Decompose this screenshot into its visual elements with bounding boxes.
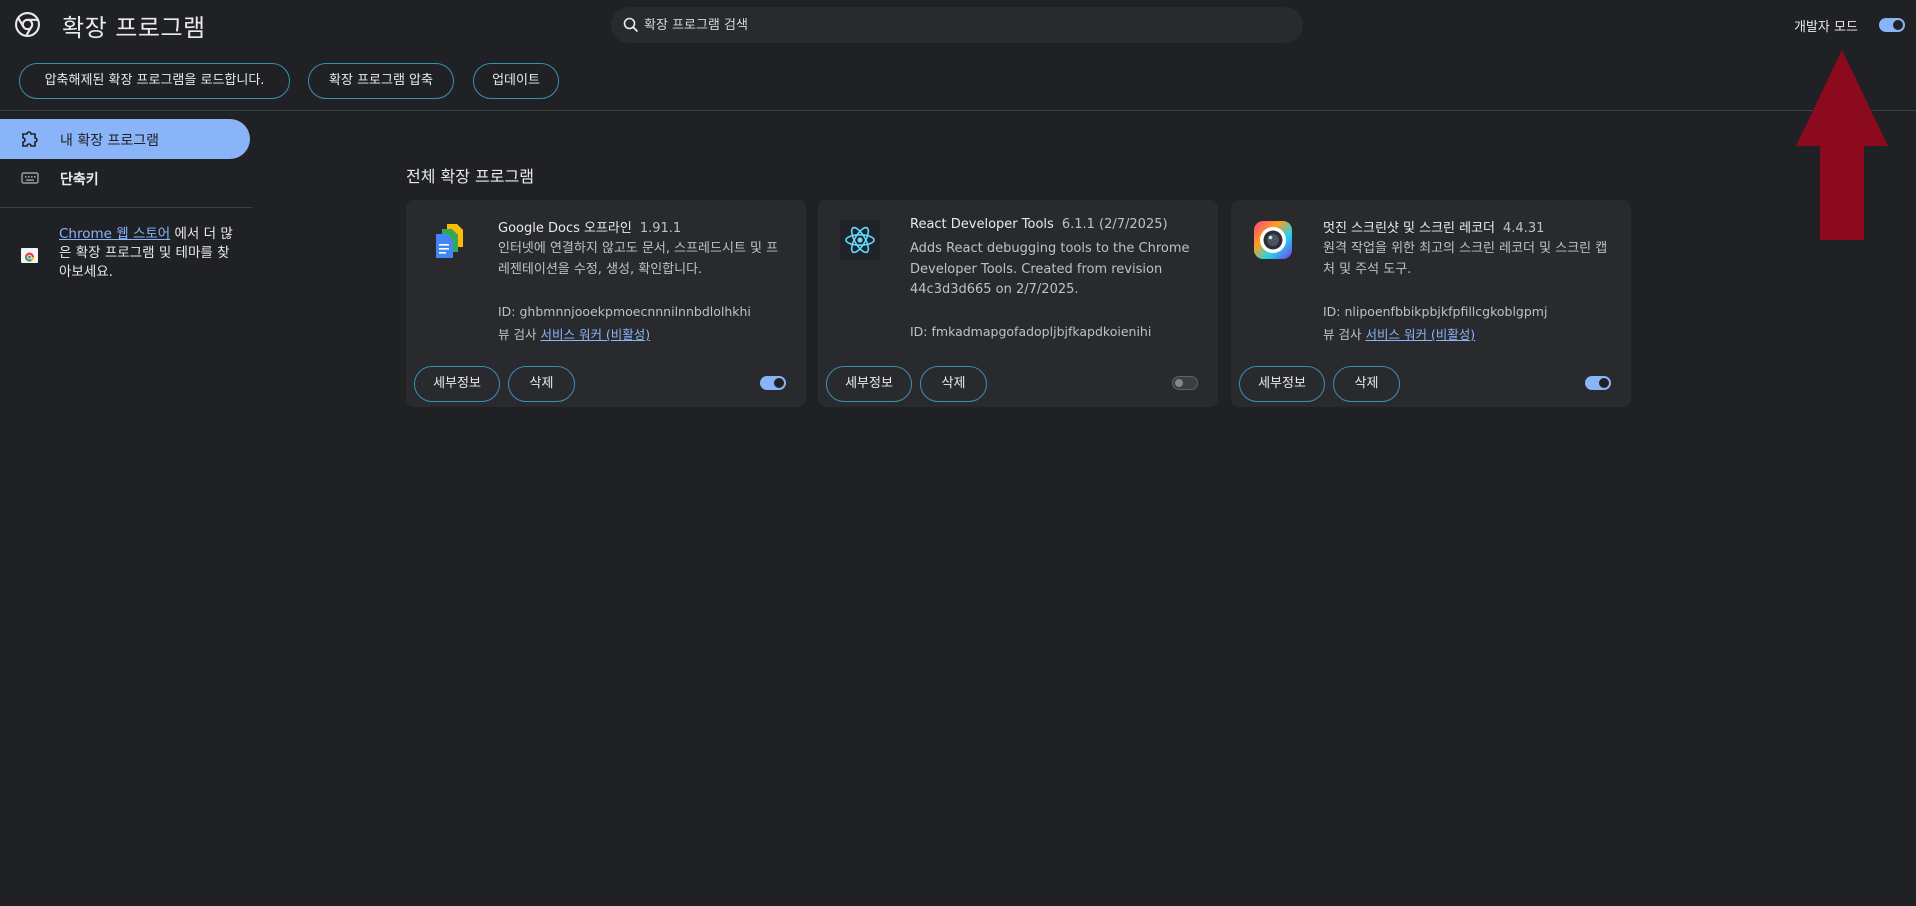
search-input[interactable] — [644, 7, 1284, 43]
details-button[interactable]: 세부정보 — [414, 366, 500, 402]
camera-lens-icon — [1254, 221, 1292, 259]
inspect-views-label: 뷰 검사 — [1323, 327, 1362, 342]
remove-button[interactable]: 삭제 — [920, 366, 987, 402]
top-bar: 확장 프로그램 개발자 모드 — [0, 0, 1916, 48]
sidebar-item-label: 단축키 — [60, 172, 99, 188]
developer-mode-toggle[interactable] — [1879, 18, 1905, 32]
extension-card: Google Docs 오프라인 1.91.1 인터넷에 연결하지 않고도 문서,… — [406, 200, 806, 407]
extension-name: Google Docs 오프라인 — [498, 221, 632, 236]
service-worker-link[interactable]: 서비스 워커 (비활성) — [540, 327, 650, 342]
details-button[interactable]: 세부정보 — [826, 366, 912, 402]
extension-version: 6.1.1 (2/7/2025) — [1061, 217, 1168, 232]
chrome-web-store-link[interactable]: Chrome 웹 스토어 — [59, 226, 170, 242]
keyboard-icon — [21, 172, 39, 184]
inspect-views: 뷰 검사 서비스 워커 (비활성) — [1323, 324, 1475, 343]
sidebar-item-label: 내 확장 프로그램 — [60, 133, 160, 149]
google-docs-icon — [436, 224, 463, 258]
extension-description: Adds React debugging tools to the Chrome… — [910, 241, 1190, 297]
web-store-promo: Chrome 웹 스토어 에서 더 많은 확장 프로그램 및 테마를 찾아보세요… — [59, 225, 234, 282]
extension-id: ID: ghbmnnjooekpmoecnnnilnnbdlolhkhi — [498, 304, 751, 319]
extension-enable-toggle[interactable] — [1172, 376, 1198, 390]
extension-id: ID: fmkadmapgofadopljbjfkapdkoienihi — [910, 324, 1152, 339]
sidebar-divider — [0, 207, 252, 208]
extension-version: 4.4.31 — [1503, 221, 1545, 236]
extension-title: React Developer Tools 6.1.1 (2/7/2025) — [910, 217, 1168, 232]
extension-title: Google Docs 오프라인 1.91.1 — [498, 217, 681, 236]
update-button[interactable]: 업데이트 — [473, 63, 559, 99]
chrome-logo-icon — [15, 12, 40, 37]
react-icon — [840, 220, 880, 260]
toolbar-divider — [0, 110, 1916, 111]
inspect-views: 뷰 검사 서비스 워커 (비활성) — [498, 324, 650, 343]
section-title: 전체 확장 프로그램 — [406, 167, 534, 186]
sidebar-item-shortcuts[interactable]: 단축키 — [0, 158, 250, 198]
extension-enable-toggle[interactable] — [1585, 376, 1611, 390]
inspect-views-label: 뷰 검사 — [498, 327, 537, 342]
chrome-web-store-icon — [21, 248, 38, 263]
sidebar-item-my-extensions[interactable]: 내 확장 프로그램 — [0, 119, 250, 159]
extension-card: 멋진 스크린샷 및 스크린 레코더 4.4.31 원격 작업을 위한 최고의 스크… — [1231, 200, 1631, 407]
remove-button[interactable]: 삭제 — [1333, 366, 1400, 402]
details-button[interactable]: 세부정보 — [1239, 366, 1325, 402]
pack-extension-button[interactable]: 확장 프로그램 압축 — [308, 63, 454, 99]
developer-mode-label: 개발자 모드 — [1794, 20, 1858, 35]
extension-id: ID: nlipoenfbbikpbjkfpfillcgkoblgpmj — [1323, 304, 1548, 319]
extension-description: 인터넷에 연결하지 않고도 문서, 스프레드시트 및 프레젠테이션을 수정, 생… — [498, 241, 779, 277]
extension-name: React Developer Tools — [910, 217, 1054, 232]
service-worker-link[interactable]: 서비스 워커 (비활성) — [1365, 327, 1475, 342]
search-bar[interactable] — [611, 7, 1303, 43]
extension-version: 1.91.1 — [639, 221, 682, 236]
page-title: 확장 프로그램 — [62, 14, 206, 42]
load-unpacked-button[interactable]: 압축해제된 확장 프로그램을 로드합니다. — [19, 63, 290, 99]
extension-enable-toggle[interactable] — [760, 376, 786, 390]
extension-puzzle-icon — [22, 131, 38, 147]
extension-title: 멋진 스크린샷 및 스크린 레코더 4.4.31 — [1323, 217, 1544, 236]
remove-button[interactable]: 삭제 — [508, 366, 575, 402]
extension-name: 멋진 스크린샷 및 스크린 레코더 — [1323, 221, 1496, 236]
search-icon — [623, 17, 639, 33]
annotation-arrow — [1796, 50, 1888, 240]
extension-card: React Developer Tools 6.1.1 (2/7/2025) Ad… — [818, 200, 1218, 407]
extension-description: 원격 작업을 위한 최고의 스크린 레코더 및 스크린 캡처 및 주석 도구. — [1323, 241, 1608, 277]
